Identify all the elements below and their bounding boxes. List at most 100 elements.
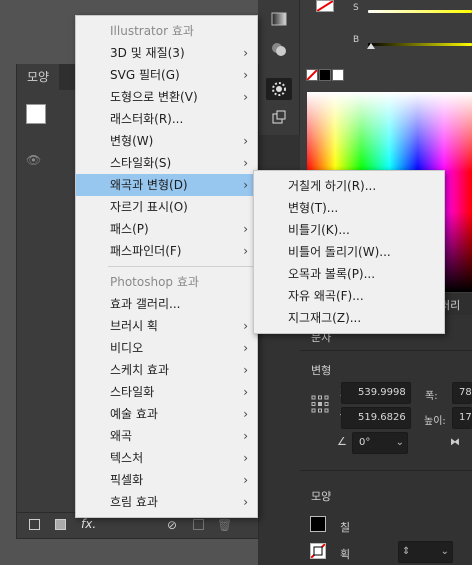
chevron-right-icon: › xyxy=(243,222,248,236)
add-stroke-icon[interactable] xyxy=(29,519,40,530)
menu-item-label: 왜곡 xyxy=(110,429,133,443)
illustrator-effect-menu-item[interactable]: 패스파인더(F) › xyxy=(76,240,257,262)
brightness-handle[interactable] xyxy=(367,43,375,49)
illustrator-effect-menu-item[interactable]: 래스터화(R)... xyxy=(76,108,257,130)
menu-item-label: 브러시 획 xyxy=(110,319,158,333)
photoshop-effect-menu-item[interactable]: 흐림 효과 › xyxy=(76,491,257,513)
saturation-slider[interactable] xyxy=(368,10,472,13)
brightness-slider[interactable] xyxy=(368,43,472,46)
divider xyxy=(300,470,472,471)
w-value: 78 xyxy=(459,387,472,398)
x-field[interactable]: 539.9998 xyxy=(341,382,411,404)
menu-item-label: 효과 갤러리... xyxy=(110,297,181,311)
photoshop-effect-menu-item[interactable]: 예술 효과 › xyxy=(76,403,257,425)
eye-icon[interactable]: 👁 xyxy=(26,153,41,167)
illustrator-effect-menu-item[interactable]: 도형으로 변환(V) › xyxy=(76,86,257,108)
chevron-right-icon: › xyxy=(243,178,248,192)
chevron-right-icon: › xyxy=(243,90,248,104)
chevron-down-icon[interactable]: ⌄ xyxy=(396,433,404,453)
distort-submenu-item[interactable]: 거칠게 하기(R)... xyxy=(254,175,444,197)
distort-submenu-item[interactable]: 오목과 볼록(P)... xyxy=(254,263,444,285)
black-swatch[interactable] xyxy=(319,69,331,81)
illustrator-effect-menu-item[interactable]: 변형(W) › xyxy=(76,130,257,152)
chevron-right-icon: › xyxy=(243,156,248,170)
y-value: 519.6826 xyxy=(358,412,406,423)
illustrator-effect-menu-item[interactable]: SVG 필터(G) › xyxy=(76,64,257,86)
effect-menu: Illustrator 효과 3D 및 재질(3) › SVG 필터(G) › 도형으로… xyxy=(75,15,258,518)
fill-swatch[interactable] xyxy=(316,0,334,12)
trash-icon[interactable]: 🗑 xyxy=(217,518,232,532)
white-swatch[interactable] xyxy=(332,69,344,81)
w-label: 폭: xyxy=(425,391,438,402)
illustrator-effect-menu-item[interactable]: 패스(P) › xyxy=(76,218,257,240)
stepper-icon[interactable]: ⇕ xyxy=(402,542,410,562)
menu-item-label: 비틀어 돌리기(W)... xyxy=(288,245,391,259)
fx-icon[interactable]: fx. xyxy=(81,517,96,531)
photoshop-effect-menu-item[interactable]: 브러시 획 › xyxy=(76,315,257,337)
menu-item-label: 비디오 xyxy=(110,341,144,355)
w-field[interactable]: 78 xyxy=(452,382,472,404)
chevron-right-icon: › xyxy=(243,429,248,443)
object-thumbnail xyxy=(26,104,46,124)
photoshop-effect-menu-item[interactable]: 텍스처 › xyxy=(76,447,257,469)
gradient-icon[interactable] xyxy=(266,8,292,30)
photoshop-effect-menu-item[interactable]: 효과 갤러리... xyxy=(76,293,257,315)
distort-submenu-item[interactable]: 변형(T)... xyxy=(254,197,444,219)
clear-icon[interactable]: ⊘ xyxy=(167,518,177,532)
duplicate-icon[interactable] xyxy=(193,519,204,530)
divider xyxy=(300,350,472,351)
chevron-right-icon: › xyxy=(243,473,248,487)
chevron-down-icon[interactable]: ⌄ xyxy=(441,542,449,562)
angle-icon: ∠ xyxy=(337,435,347,448)
illustrator-effect-menu-item[interactable]: 스타일화(S) › xyxy=(76,152,257,174)
reference-point-icon[interactable] xyxy=(311,395,329,413)
menu-item-label: 패스파인더(F) xyxy=(110,244,182,258)
stroke-color-swatch[interactable] xyxy=(310,543,326,559)
chevron-right-icon: › xyxy=(243,134,248,148)
transparency-icon[interactable] xyxy=(266,38,292,60)
tab-appearance[interactable]: 모양 xyxy=(17,64,60,90)
add-fill-icon[interactable] xyxy=(55,519,66,530)
menu-item-label: 오목과 볼록(P)... xyxy=(288,267,376,281)
menu-item-label: 자유 왜곡(F)... xyxy=(288,289,364,303)
angle-field[interactable]: 0° ⌄ xyxy=(352,432,408,454)
chevron-right-icon: › xyxy=(243,244,248,258)
flip-icon[interactable]: ⧓ xyxy=(450,437,460,448)
h-field[interactable]: 17 xyxy=(452,407,472,429)
distort-submenu-item[interactable]: 비틀기(K)... xyxy=(254,219,444,241)
y-field[interactable]: 519.6826 xyxy=(341,407,411,429)
x-value: 539.9998 xyxy=(358,387,406,398)
stroke-label: 획 xyxy=(340,548,351,561)
h-value: 17 xyxy=(459,412,472,423)
menu-item-label: SVG 필터(G) xyxy=(110,68,180,82)
distort-submenu-item[interactable]: 자유 왜곡(F)... xyxy=(254,285,444,307)
menu-item-label: 변형(W) xyxy=(110,134,154,148)
photoshop-effect-menu-item[interactable]: 스케치 효과 › xyxy=(76,359,257,381)
graphic-styles-icon[interactable] xyxy=(266,106,292,128)
illustrator-effect-menu-item[interactable]: 왜곡과 변형(D) › xyxy=(76,174,257,196)
stroke-weight-field[interactable]: ⇕ ⌄ xyxy=(398,541,453,563)
distort-submenu-item[interactable]: 비틀어 돌리기(W)... xyxy=(254,241,444,263)
chevron-right-icon: › xyxy=(243,341,248,355)
transform-title: 변형 xyxy=(311,364,332,377)
chevron-right-icon: › xyxy=(243,319,248,333)
fill-color-swatch[interactable] xyxy=(310,516,326,532)
menu-item-label: 거칠게 하기(R)... xyxy=(288,179,377,193)
chevron-right-icon: › xyxy=(243,451,248,465)
saturation-label: S xyxy=(353,3,359,13)
distort-submenu-item[interactable]: 지그재그(Z)... xyxy=(254,307,444,329)
menu-item-label: 3D 및 재질(3) xyxy=(110,46,185,60)
illustrator-effect-menu-item[interactable]: 자르기 표시(O) xyxy=(76,196,257,218)
photoshop-effect-menu-item[interactable]: 비디오 › xyxy=(76,337,257,359)
menu-item-label: 스타일화 xyxy=(110,385,155,399)
photoshop-effect-menu-item[interactable]: 왜곡 › xyxy=(76,425,257,447)
photoshop-effects-header: Photoshop 효과 xyxy=(110,275,199,289)
photoshop-effect-menu-item[interactable]: 스타일화 › xyxy=(76,381,257,403)
none-swatch[interactable] xyxy=(306,69,318,81)
menu-item-label: 스케치 효과 xyxy=(110,363,170,377)
illustrator-effect-menu-item[interactable]: 3D 및 재질(3) › xyxy=(76,42,257,64)
menu-item-label: 패스(P) xyxy=(110,222,149,236)
fill-label: 칠 xyxy=(340,521,351,534)
appearance-icon[interactable] xyxy=(266,78,292,100)
photoshop-effect-menu-item[interactable]: 픽셀화 › xyxy=(76,469,257,491)
